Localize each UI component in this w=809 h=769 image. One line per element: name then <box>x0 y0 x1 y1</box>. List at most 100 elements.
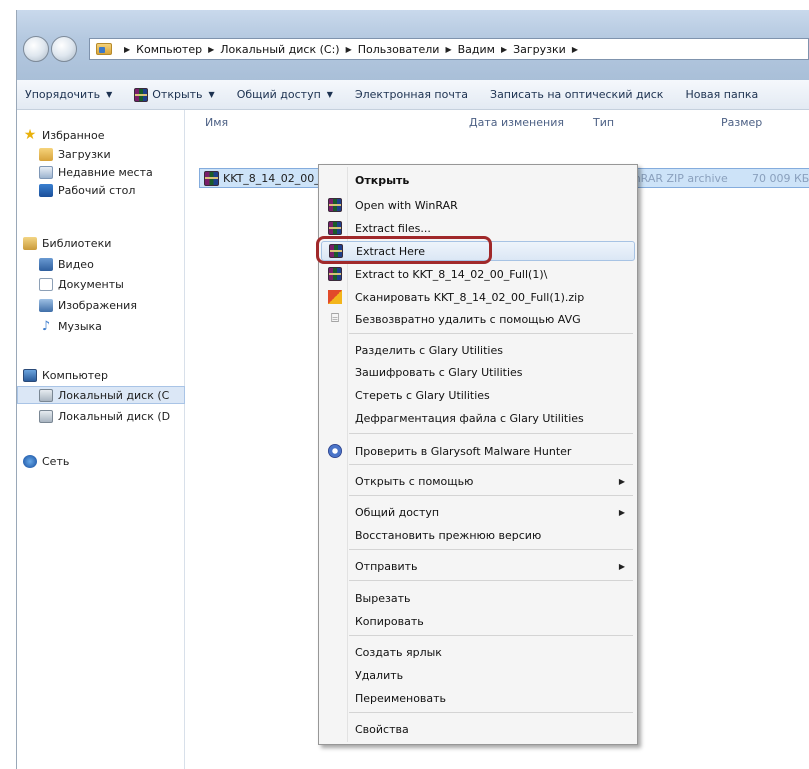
menu-glary-wipe[interactable]: Стереть с Glary Utilities <box>321 385 635 405</box>
nav-favorites[interactable]: ★ Избранное <box>23 126 105 144</box>
command-bar: Упорядочить ▼ Открыть ▼ Общий доступ ▼ Э… <box>17 80 809 110</box>
chevron-right-icon[interactable]: ▶ <box>501 45 507 54</box>
menu-delete[interactable]: Удалить <box>321 665 635 685</box>
menu-open[interactable]: Открыть <box>321 170 635 190</box>
column-size[interactable]: Размер <box>721 116 762 129</box>
dropdown-arrow-icon: ▼ <box>208 90 215 99</box>
crumb-computer[interactable]: Компьютер <box>136 43 202 56</box>
nav-music[interactable]: ♪ Музыка <box>39 317 102 335</box>
menu-properties[interactable]: Свойства <box>321 719 635 739</box>
submenu-arrow-icon: ▶ <box>618 561 625 571</box>
submenu-arrow-icon: ▶ <box>618 476 625 486</box>
menu-properties-label: Свойства <box>355 722 409 736</box>
menu-share[interactable]: Общий доступ ▶ <box>321 502 635 522</box>
nav-libraries[interactable]: Библиотеки <box>23 234 111 252</box>
menu-rename[interactable]: Переименовать <box>321 688 635 708</box>
menu-open-with[interactable]: Открыть с помощью ▶ <box>321 471 635 491</box>
nav-pictures[interactable]: Изображения <box>39 296 137 314</box>
burn-label: Записать на оптический диск <box>490 88 664 101</box>
column-date[interactable]: Дата изменения <box>469 116 564 129</box>
nav-disk-d[interactable]: Локальный диск (D <box>39 407 170 425</box>
nav-disk-c[interactable]: Локальный диск (C <box>17 386 185 404</box>
chevron-right-icon[interactable]: ▶ <box>572 45 578 54</box>
nav-disk-c-label: Локальный диск (C <box>58 388 170 402</box>
menu-cut[interactable]: Вырезать <box>321 588 635 608</box>
menu-send-to[interactable]: Отправить ▶ <box>321 556 635 576</box>
menu-restore-label: Восстановить прежнюю версию <box>355 528 542 542</box>
nav-video[interactable]: Видео <box>39 255 94 273</box>
nav-recent[interactable]: Недавние места <box>39 163 153 181</box>
column-name[interactable]: Имя <box>205 116 228 129</box>
menu-glary-encrypt-label: Зашифровать с Glary Utilities <box>355 365 523 379</box>
share-button[interactable]: Общий доступ ▼ <box>229 88 347 101</box>
menu-separator <box>349 333 633 334</box>
organize-label: Упорядочить <box>25 88 101 101</box>
nav-network-label: Сеть <box>42 454 70 468</box>
documents-icon <box>39 277 53 291</box>
computer-icon <box>23 368 37 382</box>
dropdown-arrow-icon: ▼ <box>106 90 113 99</box>
open-label: Открыть <box>152 88 203 101</box>
chevron-right-icon[interactable]: ▶ <box>346 45 352 54</box>
libraries-icon <box>23 236 37 250</box>
crumb-users[interactable]: Пользователи <box>358 43 440 56</box>
menu-restore[interactable]: Восстановить прежнюю версию <box>321 525 635 545</box>
menu-create-shortcut[interactable]: Создать ярлык <box>321 642 635 662</box>
file-name: KKT_8_14_02_00_F <box>223 171 327 185</box>
winrar-archive-icon <box>204 170 219 186</box>
nav-desktop[interactable]: Рабочий стол <box>39 181 135 199</box>
menu-glary-defrag[interactable]: Дефрагментация файла с Glary Utilities <box>321 408 635 428</box>
music-icon: ♪ <box>41 318 51 334</box>
winrar-icon <box>328 198 342 212</box>
new-folder-button[interactable]: Новая папка <box>677 88 772 101</box>
menu-malware-hunter[interactable]: Проверить в Glarysoft Malware Hunter <box>321 441 635 461</box>
nav-disk-d-label: Локальный диск (D <box>58 409 171 423</box>
menu-glary-encrypt[interactable]: Зашифровать с Glary Utilities <box>321 362 635 382</box>
nav-downloads[interactable]: Загрузки <box>39 145 111 163</box>
menu-separator <box>349 635 633 636</box>
menu-avg-delete[interactable]: ⌸ Безвозвратно удалить с помощью AVG <box>321 309 635 329</box>
nav-computer-label: Компьютер <box>42 368 108 382</box>
menu-extract-to[interactable]: Extract to KKT_8_14_02_00_Full(1)\ <box>321 264 635 284</box>
email-label: Электронная почта <box>354 88 469 101</box>
disk-d-icon <box>39 409 53 423</box>
burn-button[interactable]: Записать на оптический диск <box>482 88 677 101</box>
file-size: 70 009 КБ <box>752 171 809 185</box>
annotation-highlight-box <box>316 236 492 264</box>
menu-avg-delete-label: Безвозвратно удалить с помощью AVG <box>355 312 581 326</box>
dropdown-arrow-icon: ▼ <box>326 90 333 99</box>
organize-button[interactable]: Упорядочить ▼ <box>17 88 126 101</box>
nav-computer[interactable]: Компьютер <box>23 366 108 384</box>
nav-network[interactable]: Сеть <box>23 452 69 470</box>
menu-open-winrar[interactable]: Open with WinRAR <box>321 195 635 215</box>
menu-glary-split[interactable]: Разделить с Glary Utilities <box>321 340 635 360</box>
crumb-disk-c[interactable]: Локальный диск (C:) <box>220 43 339 56</box>
crumb-user[interactable]: Вадим <box>458 43 495 56</box>
open-button[interactable]: Открыть ▼ <box>126 87 228 102</box>
downloads-folder-icon <box>39 147 53 161</box>
menu-extract-to-label: Extract to KKT_8_14_02_00_Full(1)\ <box>355 267 548 281</box>
winrar-icon <box>134 87 149 102</box>
breadcrumb: ▶ Компьютер ▶ Локальный диск (C:) ▶ Поль… <box>118 43 584 56</box>
title-bar: ▶ Компьютер ▶ Локальный диск (C:) ▶ Поль… <box>17 10 809 80</box>
forward-button[interactable] <box>51 36 77 62</box>
nav-documents-label: Документы <box>58 277 124 291</box>
nav-libraries-label: Библиотеки <box>42 236 112 250</box>
menu-extract-files[interactable]: Extract files... <box>321 218 635 238</box>
email-button[interactable]: Электронная почта <box>347 88 482 101</box>
winrar-icon <box>328 221 342 235</box>
nav-documents[interactable]: Документы <box>39 275 124 293</box>
chevron-right-icon[interactable]: ▶ <box>445 45 451 54</box>
column-type[interactable]: Тип <box>593 116 614 129</box>
menu-glary-split-label: Разделить с Glary Utilities <box>355 343 503 357</box>
address-bar[interactable]: ▶ Компьютер ▶ Локальный диск (C:) ▶ Поль… <box>89 38 809 60</box>
crumb-downloads[interactable]: Загрузки <box>513 43 566 56</box>
chevron-right-icon[interactable]: ▶ <box>208 45 214 54</box>
back-button[interactable] <box>23 36 49 62</box>
menu-copy[interactable]: Копировать <box>321 611 635 631</box>
navigation-pane: ★ Избранное Загрузки Недавние места Рабо… <box>17 110 185 769</box>
winrar-icon <box>328 267 342 281</box>
chevron-right-icon[interactable]: ▶ <box>124 45 130 54</box>
menu-extract-files-label: Extract files... <box>355 221 431 235</box>
menu-scan[interactable]: Сканировать KKT_8_14_02_00_Full(1).zip <box>321 287 635 307</box>
